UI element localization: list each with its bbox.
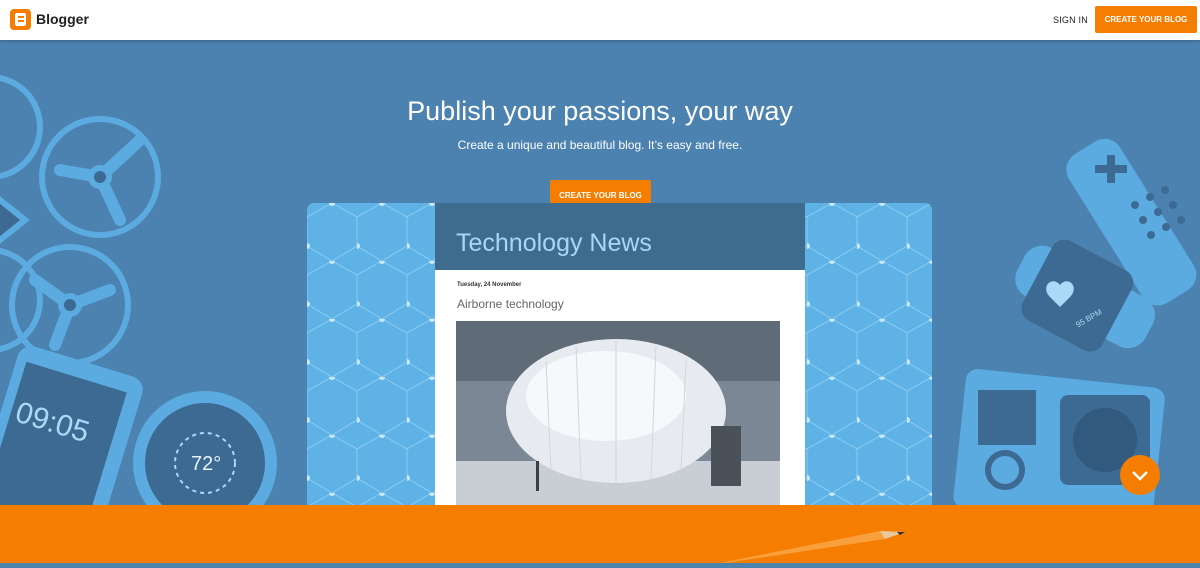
pencil-illustration bbox=[720, 531, 905, 563]
post-title: Airborne technology bbox=[457, 297, 564, 311]
brand-name[interactable]: Blogger bbox=[36, 11, 89, 27]
hero-title: Publish your passions, your way bbox=[407, 96, 793, 126]
orange-footer-band bbox=[0, 505, 1200, 563]
blog-header: Technology News bbox=[435, 203, 805, 270]
chevron-down-icon bbox=[1132, 471, 1148, 481]
sign-in-link[interactable]: SIGN IN bbox=[1053, 15, 1088, 25]
post-date: Tuesday, 24 November bbox=[457, 282, 522, 288]
create-blog-button-header[interactable]: CREATE YOUR BLOG bbox=[1095, 6, 1197, 33]
scroll-down-button[interactable] bbox=[1120, 455, 1160, 495]
balloon-image bbox=[456, 321, 780, 513]
phone-illustration: 09:05 bbox=[0, 346, 143, 505]
blog-post-preview: Technology News Tuesday, 24 November Air… bbox=[435, 203, 805, 513]
thermostat-temp: 72° bbox=[191, 453, 221, 475]
blogger-logo-icon[interactable] bbox=[10, 9, 31, 30]
top-bar: Blogger SIGN IN CREATE YOUR BLOG bbox=[0, 0, 1200, 40]
blog-title: Technology News bbox=[456, 229, 652, 257]
balloon-photo bbox=[456, 321, 780, 513]
thermostat-illustration: 72° bbox=[133, 391, 277, 505]
hero-subtitle: Create a unique and beautiful blog. It’s… bbox=[457, 138, 743, 152]
